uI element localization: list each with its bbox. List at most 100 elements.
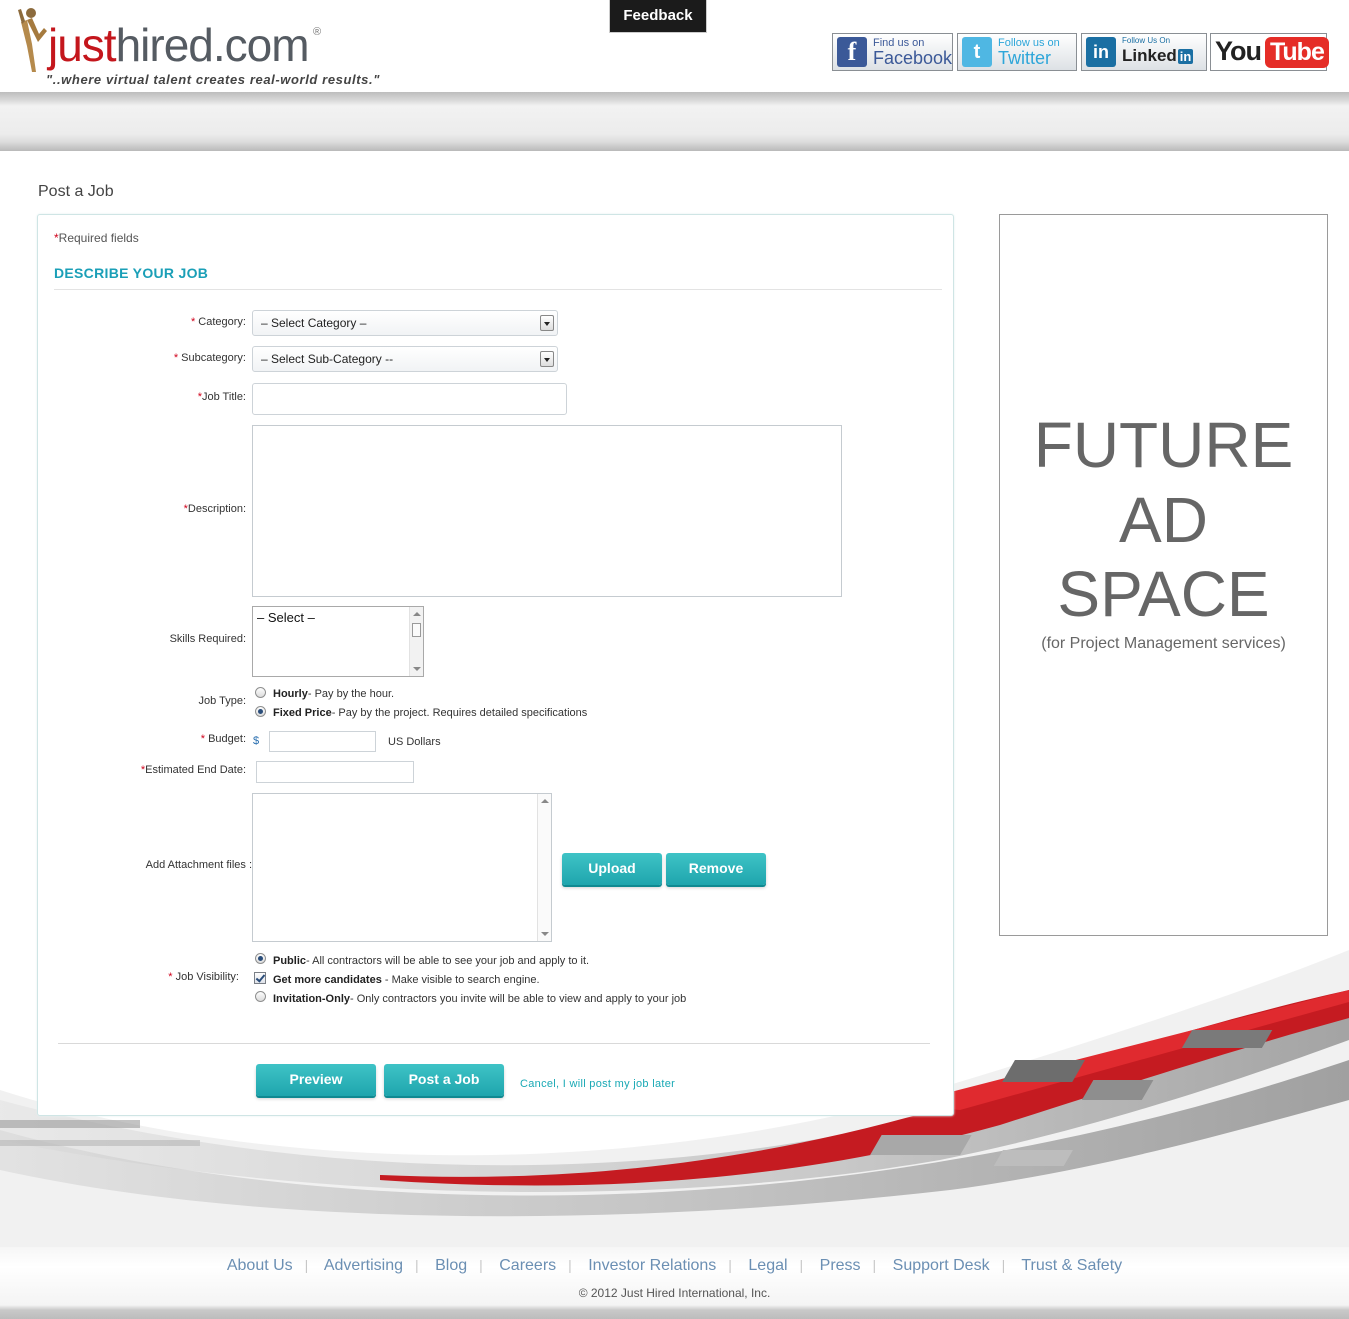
attachments-list[interactable]: [252, 793, 552, 942]
budget-label-text: Budget:: [208, 733, 246, 745]
ad-line-1: FUTURE: [1033, 409, 1294, 481]
ad-line-3: SPACE: [1057, 558, 1270, 630]
required-note-text: Required fields: [58, 231, 139, 245]
visibility-public-radio[interactable]: [255, 953, 266, 964]
hourly-desc: - Pay by the hour.: [307, 688, 395, 700]
logo-person-icon: [18, 8, 47, 72]
attachments-label: Add Attachment files :: [145, 859, 252, 871]
category-select[interactable]: – Select Category –: [252, 310, 558, 336]
invite-title: Invitation-Only: [273, 993, 350, 1005]
skills-listbox[interactable]: – Select –: [252, 606, 424, 677]
footer-link-investor-relations[interactable]: Investor Relations: [588, 1257, 716, 1274]
cancel-link[interactable]: Cancel, I will post my job later: [520, 1078, 675, 1090]
twitter-icon: t: [962, 37, 992, 67]
category-select-value: – Select Category –: [261, 316, 367, 330]
visibility-label: * Job Visibility:: [38, 971, 239, 983]
footer-separator: |: [479, 1257, 483, 1273]
section-heading: DESCRIBE YOUR JOB: [54, 265, 209, 281]
visibility-label-text: Job Visibility:: [175, 971, 239, 983]
footer-link-press[interactable]: Press: [820, 1257, 861, 1274]
job-type-hourly-label: Hourly- Pay by the hour.: [273, 688, 394, 700]
footer-separator: |: [1001, 1257, 1006, 1273]
actions-divider: [58, 1043, 930, 1044]
footer-link-support-desk[interactable]: Support Desk: [893, 1257, 990, 1274]
logo-hired: hired.com: [115, 19, 310, 71]
fixed-title: Fixed Price: [273, 707, 332, 719]
attachments-scrollbar[interactable]: [537, 794, 551, 941]
category-label: * Category:: [38, 316, 246, 328]
youtube-link[interactable]: You Tube: [1210, 33, 1329, 71]
footer-link-legal[interactable]: Legal: [748, 1257, 787, 1274]
preview-button[interactable]: Preview: [256, 1064, 376, 1096]
fixed-desc: - Pay by the project. Requires detailed …: [331, 707, 588, 719]
logo-just: just: [48, 19, 117, 71]
job-type-fixed-label: Fixed Price- Pay by the project. Require…: [273, 707, 587, 719]
more-candidates-checkbox[interactable]: [254, 972, 266, 984]
linkedin-line2: Linked in: [1122, 46, 1194, 66]
upload-button[interactable]: Upload: [562, 853, 662, 885]
twitter-link[interactable]: t Follow us on Twitter: [957, 33, 1077, 71]
skills-scrollbar[interactable]: [409, 607, 423, 676]
end-date-label-text: Estimated End Date:: [145, 764, 246, 776]
linkedin-badge: in: [1177, 49, 1194, 64]
skills-option[interactable]: – Select –: [257, 610, 315, 625]
ad-line-2: AD: [1119, 484, 1208, 556]
footer-link-about-us[interactable]: About Us: [227, 1257, 293, 1274]
footer-links: About Us | Advertising | Blog | Careers | In…: [0, 1257, 1349, 1275]
scroll-down-icon: [413, 667, 421, 671]
subcategory-label-text: Subcategory:: [181, 352, 246, 364]
linkedin-link[interactable]: in Follow Us On Linked in: [1081, 33, 1207, 71]
footer-separator: |: [415, 1257, 419, 1273]
page-title: Post a Job: [38, 183, 114, 200]
visibility-public-label: Public- All contractors will be able to …: [273, 955, 589, 967]
linkedin-line1: Follow Us On: [1122, 36, 1171, 45]
facebook-link[interactable]: f Find us on Facebook: [832, 33, 953, 71]
attachments-scroll-down-icon: [541, 932, 549, 936]
subcategory-required-star: *: [173, 352, 179, 364]
footer-link-blog[interactable]: Blog: [435, 1257, 467, 1274]
tagline: "..where virtual talent creates real-wor…: [46, 72, 380, 87]
hourly-title: Hourly: [273, 688, 308, 700]
registered-mark: ®: [313, 26, 322, 38]
invite-desc: - Only contractors you invite will be ab…: [350, 993, 687, 1005]
description-label-text: Description:: [187, 503, 246, 515]
section-divider: [54, 289, 942, 290]
facebook-line2: Facebook: [873, 48, 953, 68]
footer-separator: |: [872, 1257, 877, 1273]
visibility-invite-radio[interactable]: [255, 991, 266, 1002]
visibility-required-star: *: [168, 971, 173, 983]
facebook-icon: f: [837, 37, 867, 67]
footer-link-advertising[interactable]: Advertising: [324, 1257, 403, 1274]
feedback-button[interactable]: Feedback: [609, 0, 707, 33]
subcategory-label: * Subcategory:: [38, 352, 246, 364]
job-title-input[interactable]: [252, 383, 567, 415]
job-type-label: Job Type:: [198, 695, 247, 707]
subcategory-select[interactable]: – Select Sub-Category --: [252, 346, 558, 372]
footer-link-trust-safety[interactable]: Trust & Safety: [1021, 1257, 1122, 1274]
job-type-fixed-radio[interactable]: [255, 706, 266, 717]
post-job-form: * Required fields DESCRIBE YOUR JOB * Cat…: [37, 214, 954, 1116]
skills-label: Skills Required:: [169, 633, 246, 645]
job-type-hourly-radio[interactable]: [255, 687, 266, 698]
footer-link-careers[interactable]: Careers: [499, 1257, 556, 1274]
job-title-label-text: Job Title:: [201, 391, 246, 403]
description-label: *Description:: [38, 503, 246, 515]
ad-subtitle: (for Project Management services): [1041, 635, 1286, 652]
youtube-you: You: [1215, 36, 1262, 66]
youtube-tube: Tube: [1265, 37, 1329, 68]
post-job-button[interactable]: Post a Job: [384, 1064, 504, 1096]
ad-space: FUTURE AD SPACE (for Project Management …: [999, 214, 1328, 936]
more-candidates-label: Get more candidates - Make visible to se…: [273, 974, 540, 986]
budget-input[interactable]: [269, 731, 376, 752]
copyright: © 2012 Just Hired International, Inc.: [578, 1286, 771, 1300]
footer-separator: |: [728, 1257, 732, 1273]
end-date-label: *Estimated End Date:: [38, 764, 246, 776]
description-textarea[interactable]: [252, 425, 842, 597]
subcategory-select-value: – Select Sub-Category --: [261, 352, 394, 366]
category-required-star: *: [190, 316, 196, 328]
site-header: justhired.com ® "..where virtual talent …: [0, 0, 1349, 92]
visibility-invite-label: Invitation-Only- Only contractors you in…: [273, 993, 686, 1005]
remove-button[interactable]: Remove: [666, 853, 766, 885]
end-date-input[interactable]: [256, 761, 414, 783]
public-title: Public: [273, 955, 307, 967]
